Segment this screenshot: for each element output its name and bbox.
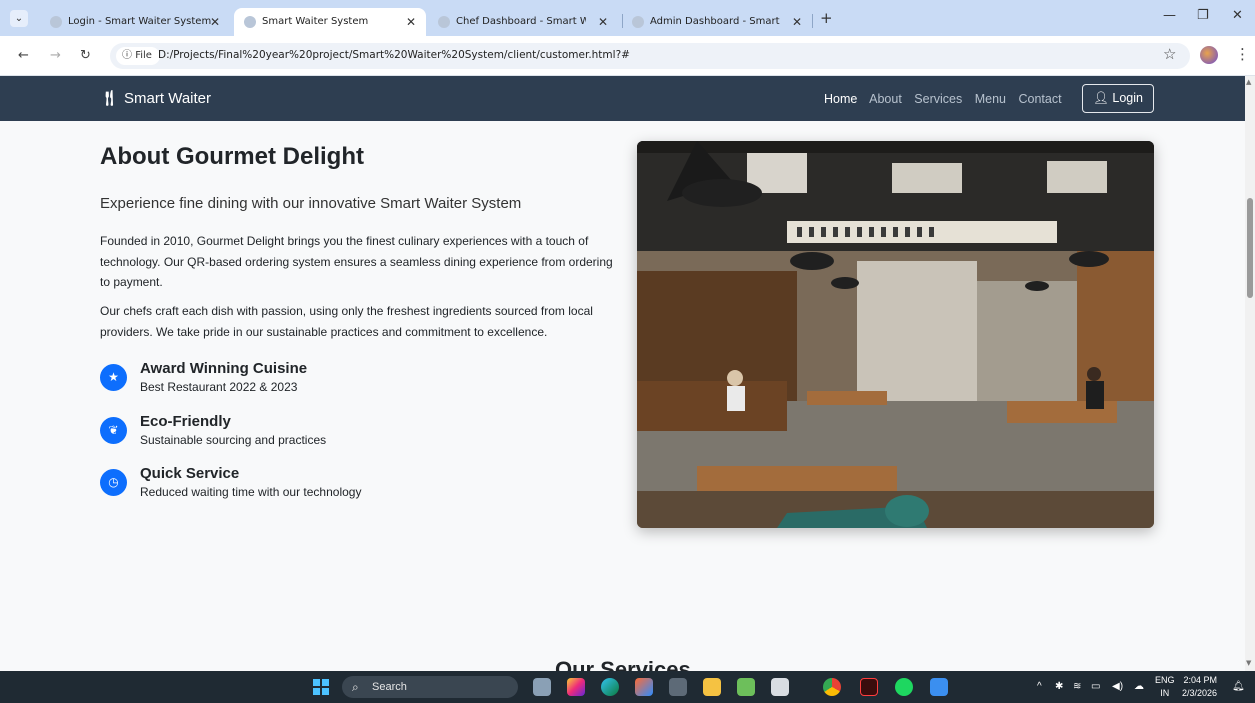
window-app-icon[interactable]	[771, 678, 789, 696]
tab-favicon	[438, 16, 450, 28]
nav-link-contact[interactable]: Contact	[1018, 92, 1061, 106]
battery-icon[interactable]: ▭	[1091, 681, 1100, 692]
tab-favicon	[632, 16, 644, 28]
chrome-icon[interactable]	[823, 678, 841, 696]
restore-icon[interactable]: ❐	[1197, 8, 1209, 23]
feature-title: Award Winning Cuisine	[140, 360, 308, 377]
close-icon[interactable]: ✕	[792, 8, 802, 36]
windows-start-icon[interactable]	[313, 679, 329, 695]
notepad-icon[interactable]	[737, 678, 755, 696]
onedrive-icon[interactable]: ☁	[1134, 681, 1144, 692]
browser-toolbar: ← → ↻ ⓘ File D:/Projects/Final%20year%20…	[0, 36, 1255, 76]
new-tab-button[interactable]: +	[820, 9, 833, 27]
about-paragraph: Founded in 2010, Gourmet Delight brings …	[100, 234, 613, 289]
about-paragraph: Our chefs craft each dish with passion, …	[100, 304, 593, 339]
feature-title: Quick Service	[140, 465, 240, 482]
page-scrollbar[interactable]: ▲ ▼	[1245, 76, 1255, 671]
site-info-chip[interactable]: ⓘ File	[116, 47, 160, 65]
menu-kebab-icon[interactable]: ⋮	[1235, 45, 1250, 63]
search-icon: ⌕	[352, 680, 359, 694]
vscode-icon[interactable]	[930, 678, 948, 696]
browser-tab-chef-dashboard[interactable]: Chef Dashboard - Smart Waiter ✕	[428, 8, 618, 36]
tab-favicon	[50, 16, 62, 28]
browser-tabstrip: ⌄ Login - Smart Waiter System ✕ Smart Wa…	[0, 0, 1255, 36]
instagram-icon[interactable]	[567, 678, 585, 696]
feature-subtitle: Sustainable sourcing and practices	[140, 433, 327, 447]
section-title: About Gourmet Delight	[100, 143, 364, 170]
nav-link-home[interactable]: Home	[824, 92, 857, 106]
task-view-icon[interactable]	[533, 678, 551, 696]
wifi-icon[interactable]: ≋	[1073, 681, 1081, 692]
restaurant-interior-image	[637, 141, 1154, 528]
utensils-icon: 🍴︎	[100, 90, 120, 107]
minimize-icon[interactable]: —	[1163, 8, 1176, 23]
section-lead: Experience fine dining with our innovati…	[100, 195, 522, 212]
bluetooth-icon[interactable]: ✱	[1055, 681, 1063, 692]
address-bar[interactable]: ⓘ File D:/Projects/Final%20year%20projec…	[110, 43, 1190, 69]
browser-tab-smart-waiter[interactable]: Smart Waiter System ✕	[234, 8, 426, 36]
scroll-down-icon[interactable]: ▼	[1246, 659, 1251, 667]
volume-icon[interactable]: ◀)	[1112, 681, 1123, 692]
reload-icon[interactable]: ↻	[80, 48, 91, 63]
nav-links: Home About Services Menu Contact	[824, 92, 1071, 106]
login-button[interactable]: 👤︎ Login	[1082, 84, 1154, 113]
leaf-icon: ❦	[100, 417, 127, 444]
profile-avatar[interactable]	[1200, 46, 1218, 64]
file-explorer-icon[interactable]	[703, 678, 721, 696]
brand-logo[interactable]: 🍴︎ Smart Waiter	[100, 89, 211, 107]
back-arrow-icon[interactable]: ←	[18, 48, 29, 63]
tray-overflow-icon[interactable]: ^	[1037, 681, 1042, 692]
tab-divider	[812, 14, 813, 28]
forward-arrow-icon[interactable]: →	[50, 48, 61, 63]
spotify-icon[interactable]	[895, 678, 913, 696]
taskbar-search[interactable]: ⌕ Search	[342, 676, 518, 698]
taskbar-clock[interactable]: 2:04 PM 2/3/2026	[1182, 674, 1217, 700]
language-indicator[interactable]: ENG IN	[1155, 674, 1175, 700]
close-window-icon[interactable]: ✕	[1232, 8, 1243, 23]
feature-title: Eco-Friendly	[140, 413, 231, 430]
scroll-up-icon[interactable]: ▲	[1246, 78, 1251, 86]
copilot-icon[interactable]	[635, 678, 653, 696]
edge-icon[interactable]	[601, 678, 619, 696]
bookmark-star-icon[interactable]: ☆	[1163, 45, 1176, 63]
restaurant-photo	[637, 141, 1154, 528]
nav-link-about[interactable]: About	[869, 92, 902, 106]
scroll-thumb[interactable]	[1247, 198, 1253, 298]
feature-subtitle: Reduced waiting time with our technology	[140, 485, 362, 499]
url-text: D:/Projects/Final%20year%20project/Smart…	[158, 49, 630, 61]
notification-bell-icon[interactable]: 🔔︎	[1232, 681, 1245, 692]
browser-tab-admin-dashboard[interactable]: Admin Dashboard - Smart Wait ✕	[622, 8, 812, 36]
tab-favicon	[244, 16, 256, 28]
next-section-heading: Our Services	[555, 657, 691, 671]
info-icon: ⓘ	[122, 50, 136, 61]
close-icon[interactable]: ✕	[598, 8, 608, 36]
os-taskbar: ⌕ Search ^ ✱ ≋ ▭ ◀) ☁ ENG IN 2:04 PM 2/3…	[0, 671, 1255, 703]
app-icon[interactable]	[669, 678, 687, 696]
about-section: About Gourmet Delight Experience fine di…	[0, 121, 1245, 671]
site-navbar: 🍴︎ Smart Waiter Home About Services Menu …	[0, 76, 1245, 121]
browser-tab-login[interactable]: Login - Smart Waiter System ✕	[40, 8, 230, 36]
tab-search-button[interactable]: ⌄	[10, 10, 28, 27]
close-icon[interactable]: ✕	[406, 8, 416, 36]
nav-link-services[interactable]: Services	[914, 92, 962, 106]
close-icon[interactable]: ✕	[210, 8, 220, 36]
award-icon: ★	[100, 364, 127, 391]
feature-subtitle: Best Restaurant 2022 & 2023	[140, 380, 298, 394]
nav-link-menu[interactable]: Menu	[975, 92, 1006, 106]
clock-icon: ◷	[100, 469, 127, 496]
user-icon: 👤︎	[1093, 91, 1113, 105]
illustrator-icon[interactable]	[860, 678, 878, 696]
